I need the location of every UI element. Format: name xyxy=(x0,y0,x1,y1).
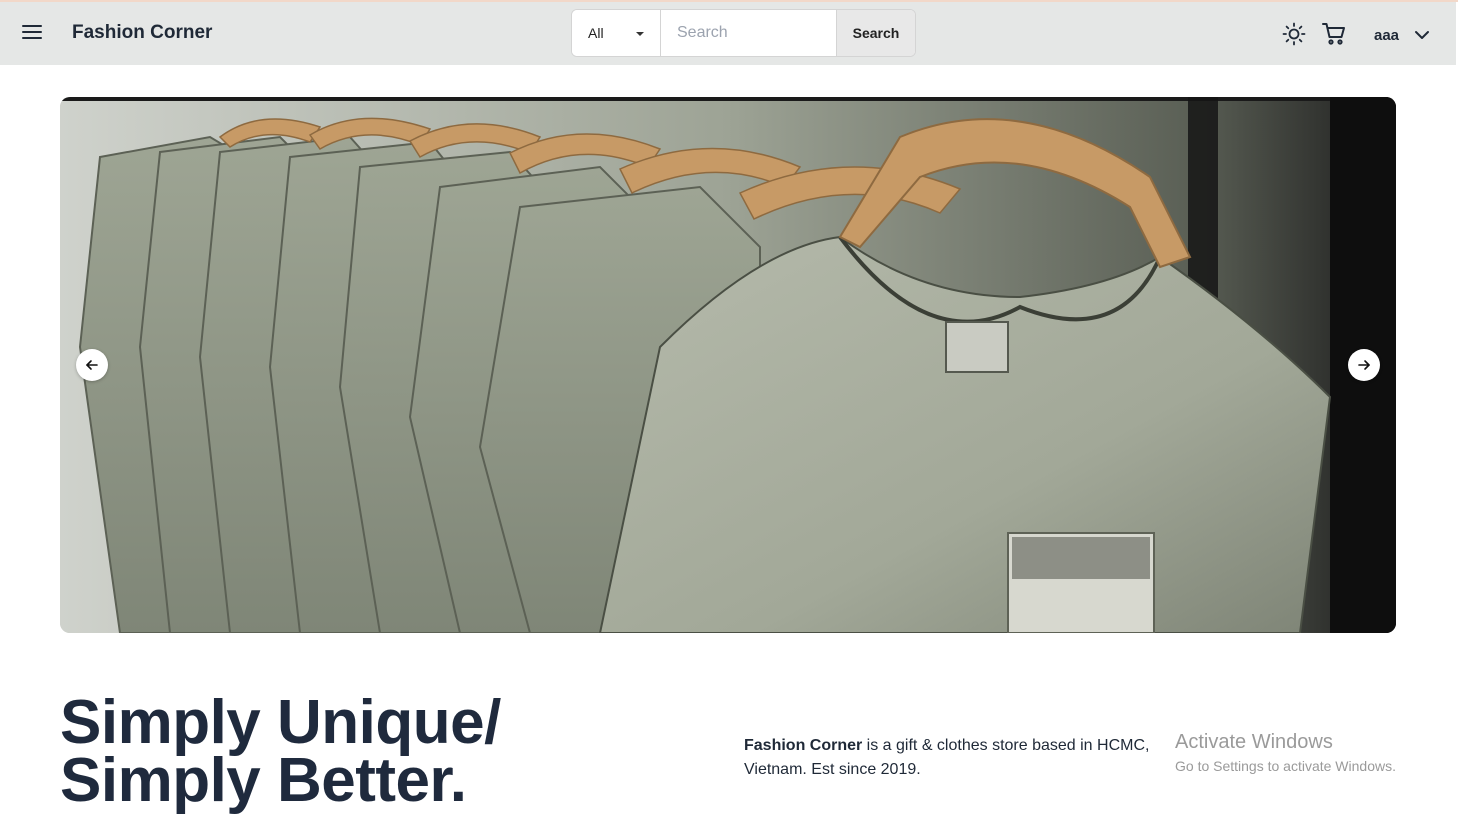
search-button[interactable]: Search xyxy=(836,10,915,56)
user-name: aaa xyxy=(1374,26,1400,44)
about-text: Fashion Corner is a gift & clothes store… xyxy=(744,734,1184,782)
watermark-subtitle: Go to Settings to activate Windows. xyxy=(1175,758,1396,774)
cart-icon[interactable] xyxy=(1321,21,1347,47)
about-brand: Fashion Corner xyxy=(744,737,863,754)
windows-activation-watermark: Activate Windows Go to Settings to activ… xyxy=(1175,730,1396,776)
caret-down-icon xyxy=(636,32,644,36)
hero-carousel xyxy=(60,97,1396,633)
category-select-value: All xyxy=(588,25,604,41)
headline-line-2: Simply Better. xyxy=(60,746,467,815)
chevron-down-icon xyxy=(1415,31,1430,39)
search-bar: All Search xyxy=(571,9,916,57)
category-select[interactable]: All xyxy=(572,10,661,56)
navbar: Fashion Corner All Search aaa xyxy=(0,2,1456,65)
hero-headline: Simply Unique/ Simply Better. xyxy=(60,688,501,815)
brand-logo-text[interactable]: Fashion Corner xyxy=(72,22,212,44)
search-input[interactable] xyxy=(661,10,836,56)
arrow-right-icon xyxy=(1358,360,1370,370)
arrow-left-icon xyxy=(86,360,98,370)
sun-icon[interactable] xyxy=(1282,22,1306,46)
hamburger-menu-icon[interactable] xyxy=(20,20,44,44)
hero-image xyxy=(60,97,1396,633)
headline-line-1: Simply Unique/ xyxy=(60,688,501,757)
user-menu[interactable]: aaa xyxy=(1374,24,1431,46)
watermark-title: Activate Windows xyxy=(1175,731,1333,753)
carousel-next-button[interactable] xyxy=(1348,349,1380,381)
carousel-prev-button[interactable] xyxy=(76,349,108,381)
